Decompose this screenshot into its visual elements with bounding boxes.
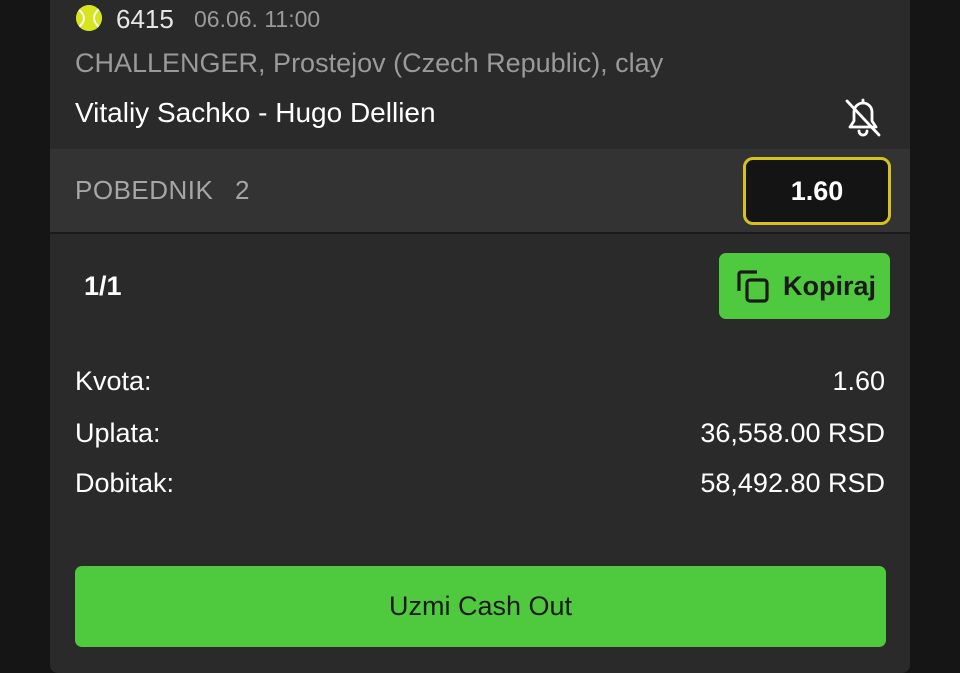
payout-row: Dobitak: 58,492.80 RSD — [75, 468, 885, 508]
copy-icon — [737, 270, 769, 303]
match-datetime: 06.06. 11:00 — [194, 6, 321, 32]
match-id: 6415 — [116, 4, 174, 34]
stake-row: Uplata: 36,558.00 RSD — [75, 418, 885, 458]
copy-button-label: Kopiraj — [783, 270, 877, 301]
odds-button[interactable]: 1.60 — [743, 157, 891, 225]
bet-selection-row: POBEDNIK 2 1.60 — [50, 149, 910, 232]
bell-off-icon[interactable] — [841, 95, 885, 139]
row-value: 1.60 — [832, 366, 885, 396]
match-header: 6415 06.06. 11:00 CHALLENGER, Prostejov … — [50, 0, 910, 149]
row-label: Kvota: — [75, 366, 152, 396]
bet-pick: 2 — [235, 175, 250, 205]
bet-market: POBEDNIK — [75, 175, 214, 205]
cash-out-button[interactable]: Uzmi Cash Out — [75, 566, 886, 647]
ticket-fraction: 1/1 — [84, 271, 122, 301]
bet-ticket-card: 6415 06.06. 11:00 CHALLENGER, Prostejov … — [50, 0, 910, 673]
tennis-ball-icon — [76, 5, 102, 31]
row-label: Uplata: — [75, 418, 161, 448]
divider — [50, 232, 910, 234]
odds-total-row: Kvota: 1.60 — [75, 366, 885, 406]
match-players: Vitaliy Sachko - Hugo Dellien — [75, 97, 436, 128]
row-value: 36,558.00 RSD — [700, 418, 885, 448]
row-value: 58,492.80 RSD — [700, 468, 885, 498]
copy-button[interactable]: Kopiraj — [719, 253, 890, 319]
league-name: CHALLENGER, Prostejov (Czech Republic), … — [75, 48, 664, 78]
row-label: Dobitak: — [75, 468, 175, 498]
